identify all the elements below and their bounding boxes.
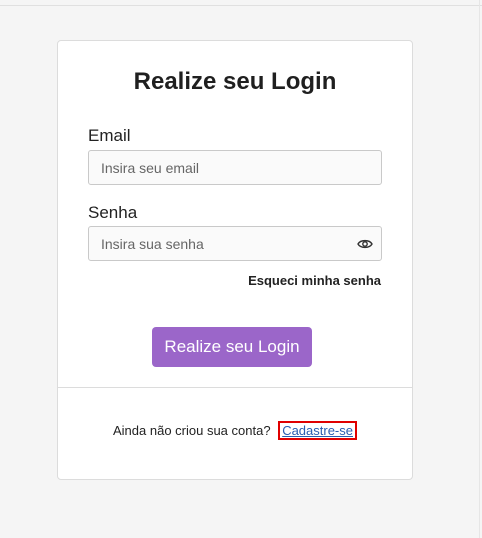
email-input[interactable] (89, 151, 381, 184)
email-field-wrapper (88, 150, 382, 185)
password-input[interactable] (89, 227, 381, 260)
page-title: Realize seu Login (133, 68, 337, 95)
email-label: Email (88, 126, 131, 145)
login-card: Realize seu Login Email Senha Esqueci mi… (57, 40, 413, 480)
password-label: Senha (88, 203, 138, 222)
eye-icon[interactable] (357, 236, 373, 252)
card-divider (58, 387, 412, 388)
top-divider (0, 5, 482, 6)
signup-link[interactable]: Cadastre-se (278, 421, 357, 440)
scrollbar-edge (479, 0, 480, 538)
login-button[interactable]: Realize seu Login (152, 327, 312, 367)
forgot-password-link[interactable]: Esqueci minha senha (248, 273, 381, 288)
signup-row: Ainda não criou sua conta? Cadastre-se (58, 421, 412, 440)
password-field-wrapper (88, 226, 382, 261)
no-account-text: Ainda não criou sua conta? (113, 423, 271, 438)
